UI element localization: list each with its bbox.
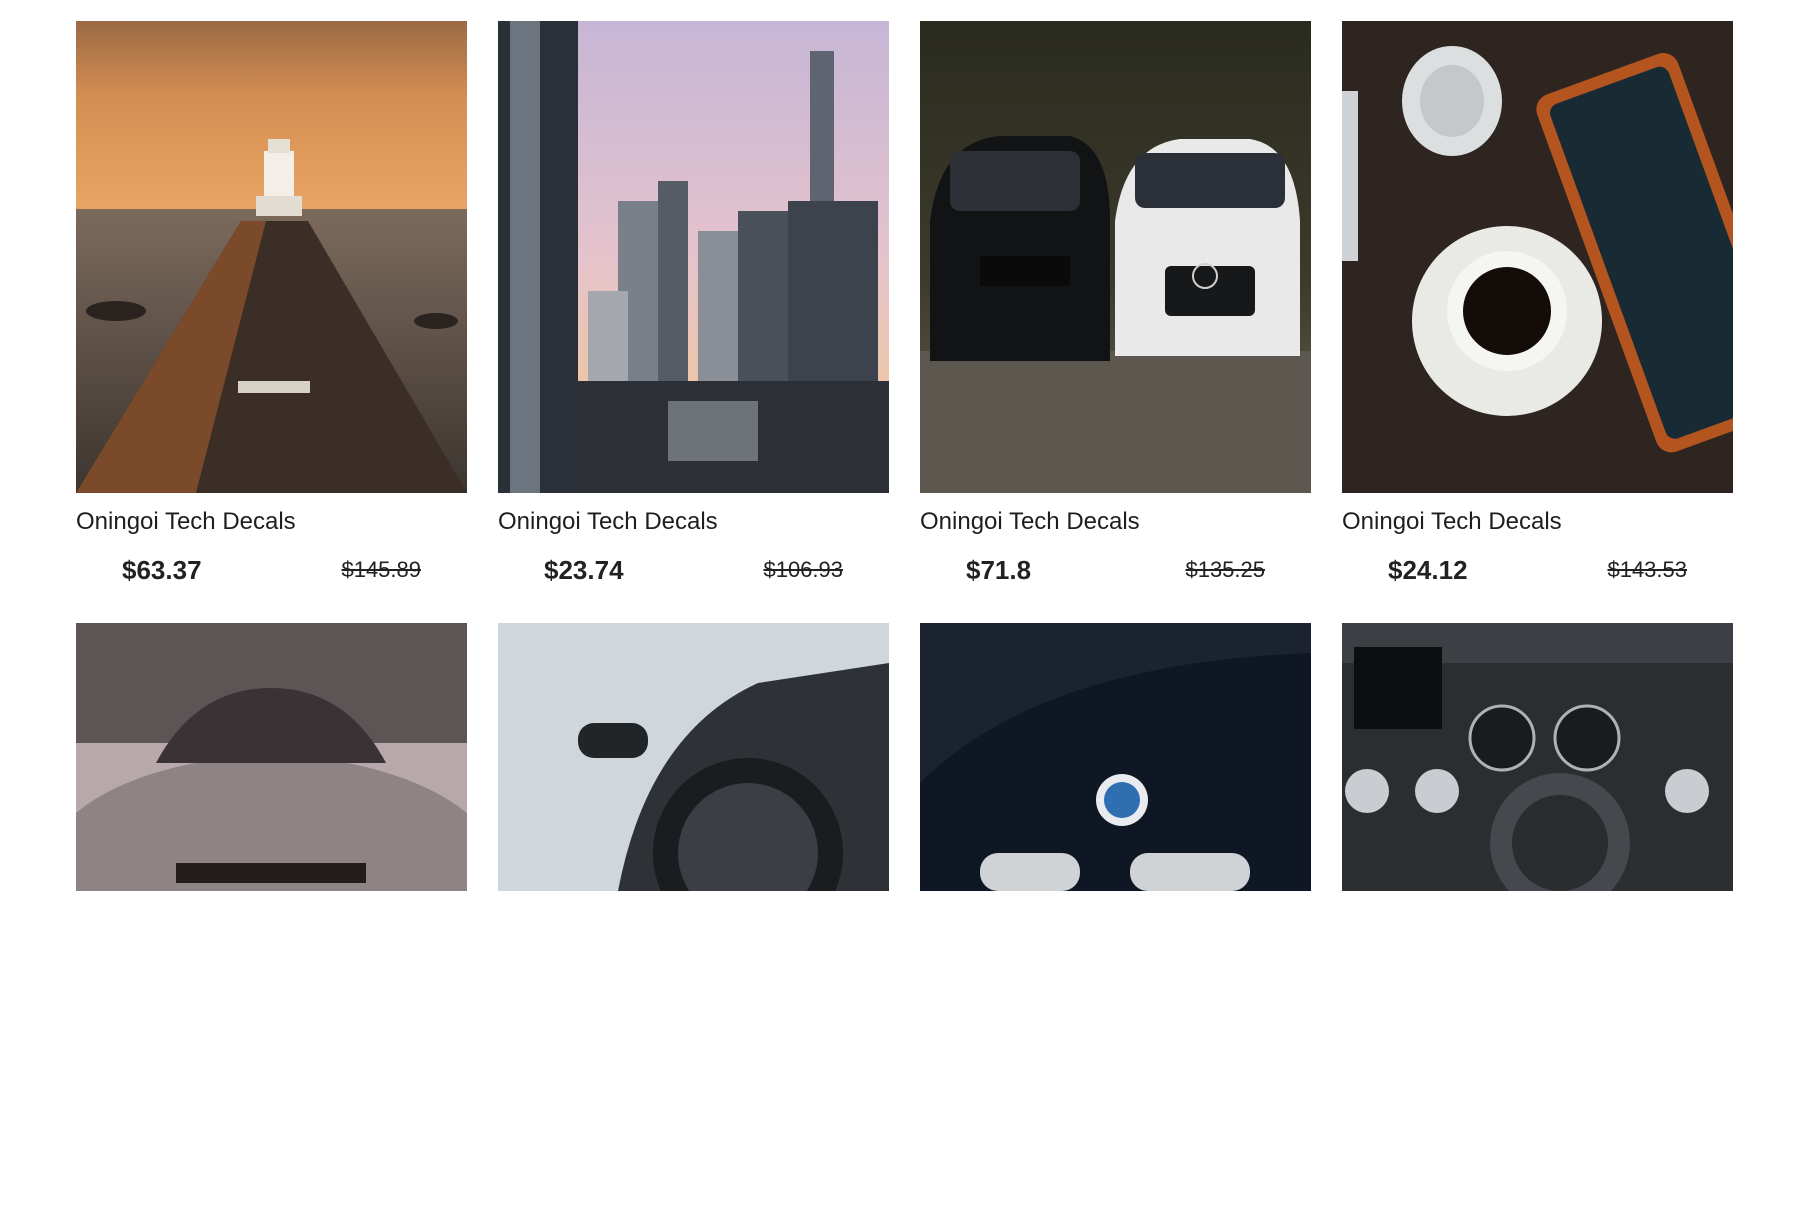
price-row: $23.74 $106.93 — [498, 554, 889, 586]
product-image-lighthouse[interactable] — [76, 21, 467, 493]
product-grid: Oningoi Tech Decals $63.37 $145.89 Oning… — [76, 21, 1733, 1225]
product-card[interactable]: Oningoi Tech Decals $23.74 $106.93 — [498, 21, 889, 623]
product-image-car-hood[interactable] — [76, 623, 467, 891]
price-row: $71.8 $135.25 — [920, 554, 1311, 586]
product-title[interactable]: Oningoi Tech Decals — [498, 507, 889, 537]
product-image-car-wheel[interactable] — [498, 623, 889, 891]
product-image-coffee[interactable] — [1342, 21, 1733, 493]
price-row: $24.12 $143.53 — [1342, 554, 1733, 586]
original-price: $143.53 — [1607, 557, 1687, 582]
original-price: $106.93 — [763, 557, 843, 582]
original-price: $145.89 — [341, 557, 421, 582]
original-price: $135.25 — [1185, 557, 1265, 582]
sale-price: $63.37 — [122, 554, 202, 585]
price-row: $63.37 $145.89 — [76, 554, 467, 586]
product-image-dashboard[interactable] — [1342, 623, 1733, 891]
product-image-bmw-hood[interactable] — [920, 623, 1311, 891]
sale-price: $71.8 — [966, 554, 1032, 585]
product-title[interactable]: Oningoi Tech Decals — [1342, 507, 1733, 537]
product-card[interactable] — [1342, 623, 1733, 1225]
sale-price: $23.74 — [544, 554, 624, 585]
product-title[interactable]: Oningoi Tech Decals — [920, 507, 1311, 537]
product-card[interactable] — [76, 623, 467, 1225]
product-title[interactable]: Oningoi Tech Decals — [76, 507, 467, 537]
sale-price: $24.12 — [1388, 554, 1468, 585]
product-card[interactable]: Oningoi Tech Decals $71.8 $135.25 — [920, 21, 1311, 623]
product-card[interactable] — [920, 623, 1311, 1225]
product-card[interactable]: Oningoi Tech Decals $24.12 $143.53 — [1342, 21, 1733, 623]
product-card[interactable] — [498, 623, 889, 1225]
product-card[interactable]: Oningoi Tech Decals $63.37 $145.89 — [76, 21, 467, 623]
product-image-city[interactable] — [498, 21, 889, 493]
product-image-cars[interactable] — [920, 21, 1311, 493]
